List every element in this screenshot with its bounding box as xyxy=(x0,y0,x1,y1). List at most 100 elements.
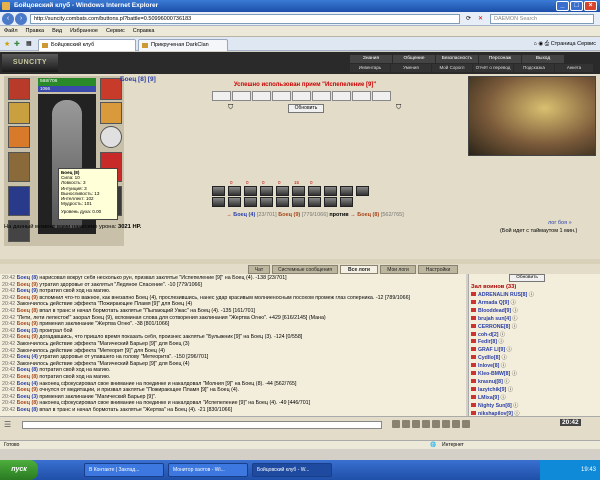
task-monitor[interactable]: Монитор хаотов - Wi... xyxy=(168,463,248,477)
subnav-skills[interactable]: Умения xyxy=(391,64,431,72)
tools-menu[interactable]: Сервис xyxy=(577,41,596,47)
effect-icon[interactable] xyxy=(324,197,337,207)
stop-icon[interactable]: ✕ xyxy=(478,15,483,22)
ally-name[interactable]: Боец (9) xyxy=(278,212,300,218)
player-nick[interactable]: krasnuj[8] xyxy=(478,379,503,385)
action-slot[interactable] xyxy=(252,91,271,101)
belt-slot[interactable] xyxy=(8,186,30,216)
tab-boitsovsky-klub[interactable]: Бойцовский клуб xyxy=(38,39,136,51)
chat-options-icon[interactable]: ☰ xyxy=(4,420,11,429)
close-button[interactable]: × xyxy=(584,1,597,11)
nav-social[interactable]: Общение xyxy=(393,55,435,63)
effect-icon[interactable] xyxy=(292,197,305,207)
tab-all-logs[interactable]: Все логи xyxy=(340,265,378,274)
nav-exit[interactable]: Выход xyxy=(522,55,564,63)
opponent-right-name[interactable]: Боец (8) xyxy=(357,212,379,218)
effect-icon[interactable] xyxy=(340,186,353,196)
info-icon[interactable]: ⓘ xyxy=(510,371,517,377)
helmet-slot[interactable] xyxy=(8,78,30,100)
weapon-slot[interactable] xyxy=(8,126,30,148)
player-nick[interactable]: GRAF LI[9] xyxy=(478,347,505,353)
log-actor[interactable]: Боец (4) xyxy=(17,381,38,387)
url-field[interactable]: http://suncity.combats.com/buttons.pl?ba… xyxy=(30,14,460,24)
tab-chat[interactable]: Чат xyxy=(248,265,270,274)
info-icon[interactable]: ⓘ xyxy=(499,363,506,369)
minimize-button[interactable]: _ xyxy=(556,1,569,11)
action-slot[interactable] xyxy=(312,91,331,101)
player-list-item[interactable]: brujah sun[4] ⓘ xyxy=(471,315,599,324)
shield-slot[interactable] xyxy=(100,126,122,148)
log-actor[interactable]: Боец (8) xyxy=(17,374,38,380)
maximize-button[interactable]: □ xyxy=(570,1,583,11)
back-icon[interactable]: ‹ xyxy=(2,13,14,25)
player-list-item[interactable]: CERRONE[8] ⓘ xyxy=(471,323,599,332)
player-list-item[interactable]: Nighty Sun[8] ⓘ xyxy=(471,402,599,411)
refresh-list-button[interactable]: Обновить xyxy=(509,274,545,282)
player-nick[interactable]: brujah sun[4] xyxy=(478,316,511,322)
log-actor[interactable]: Боец (3) xyxy=(17,328,38,334)
effect-icon[interactable] xyxy=(340,197,353,207)
effect-icon[interactable] xyxy=(276,197,289,207)
battle-log-link[interactable]: лог боя » xyxy=(548,220,572,226)
action-slot[interactable] xyxy=(372,91,391,101)
info-icon[interactable]: ⓘ xyxy=(503,379,509,385)
menu-tools[interactable]: Сервис xyxy=(102,26,129,37)
action-slot[interactable] xyxy=(352,91,371,101)
info-icon[interactable]: ⓘ xyxy=(512,403,518,409)
player-nick[interactable]: Inlove[8] xyxy=(478,363,499,369)
start-button[interactable]: пуск xyxy=(0,460,38,480)
player-nick[interactable]: Nighty Sun[8] xyxy=(478,403,512,409)
chat-input[interactable] xyxy=(22,421,382,429)
player-nick[interactable]: LMixa[9] xyxy=(478,395,499,401)
menu-edit[interactable]: Правка xyxy=(22,26,49,37)
subnav-inventory[interactable]: Инвентарь xyxy=(350,64,390,72)
info-icon[interactable]: ⓘ xyxy=(505,347,512,353)
home-icon[interactable]: ⌂ xyxy=(534,41,537,47)
earring-slot[interactable] xyxy=(100,78,122,100)
nav-character[interactable]: Персонаж xyxy=(479,55,521,63)
player-name[interactable]: Боец [8] [9] xyxy=(120,76,156,83)
scroll-icon[interactable] xyxy=(452,420,460,428)
log-actor[interactable]: Боец (9) xyxy=(17,387,38,393)
translit-icon[interactable] xyxy=(412,420,420,428)
search-input[interactable]: DAEMON Search xyxy=(490,14,594,24)
log-actor[interactable]: Боец (9) xyxy=(17,282,38,288)
enemy-portrait[interactable] xyxy=(468,76,596,156)
log-actor[interactable]: Боец (4) xyxy=(17,354,38,360)
action-slot[interactable] xyxy=(232,91,251,101)
log-actor[interactable]: Боец (9) xyxy=(17,321,38,327)
nav-knowledge[interactable]: Знания xyxy=(350,55,392,63)
effect-icon[interactable] xyxy=(212,186,225,196)
effect-icon[interactable] xyxy=(276,186,289,196)
player-list-item[interactable]: Kleo-BMW[8] ⓘ xyxy=(471,371,599,379)
subnav-report[interactable]: Отчёт о перевод xyxy=(473,64,513,72)
log-actor[interactable]: Боец (8) xyxy=(17,407,38,413)
tab-list-icon[interactable]: ▦ xyxy=(26,40,32,47)
player-nick[interactable]: CERRONE[8] xyxy=(478,324,510,330)
log-actor[interactable]: Боец (9) xyxy=(17,288,38,294)
favorites-star-icon[interactable]: ★ xyxy=(4,40,10,48)
player-list-item[interactable]: LMixa[9] ⓘ xyxy=(471,394,599,403)
nav-security[interactable]: Безопасность xyxy=(436,55,478,63)
info-icon[interactable]: ⓘ xyxy=(506,387,513,393)
info-icon[interactable]: ⓘ xyxy=(509,300,516,306)
add-favorite-icon[interactable]: ✚ xyxy=(14,40,20,48)
info-icon[interactable]: ⓘ xyxy=(498,332,505,338)
log-actor[interactable]: Боец (8) xyxy=(17,308,38,314)
tab-system[interactable]: Системные сообщения xyxy=(272,265,338,274)
subnav-profile[interactable]: Анкета xyxy=(555,64,593,72)
task-vkontakte[interactable]: В Контакте | Заклад... xyxy=(84,463,164,477)
bracer-slot[interactable] xyxy=(100,102,122,124)
subnav-hint[interactable]: Подсказка xyxy=(514,64,554,72)
player-list-item[interactable]: Armada Q[9] ⓘ xyxy=(471,299,599,308)
action-slot[interactable] xyxy=(332,91,351,101)
player-nick[interactable]: ADRENALIN RUS[8] xyxy=(478,292,527,298)
info-icon[interactable]: ⓘ xyxy=(499,395,505,401)
tab-my-logs[interactable]: Мои логи xyxy=(380,265,416,274)
effect-icon[interactable] xyxy=(292,186,305,196)
player-list-item[interactable]: krasnuj[8] ⓘ xyxy=(471,378,599,387)
tab-darkclan[interactable]: Прикрученая DarkClan xyxy=(138,39,228,51)
log-actor[interactable]: Боец (9) xyxy=(17,334,38,340)
player-list-item[interactable]: Inlove[8] ⓘ xyxy=(471,363,599,371)
info-icon[interactable]: ⓘ xyxy=(500,355,507,361)
